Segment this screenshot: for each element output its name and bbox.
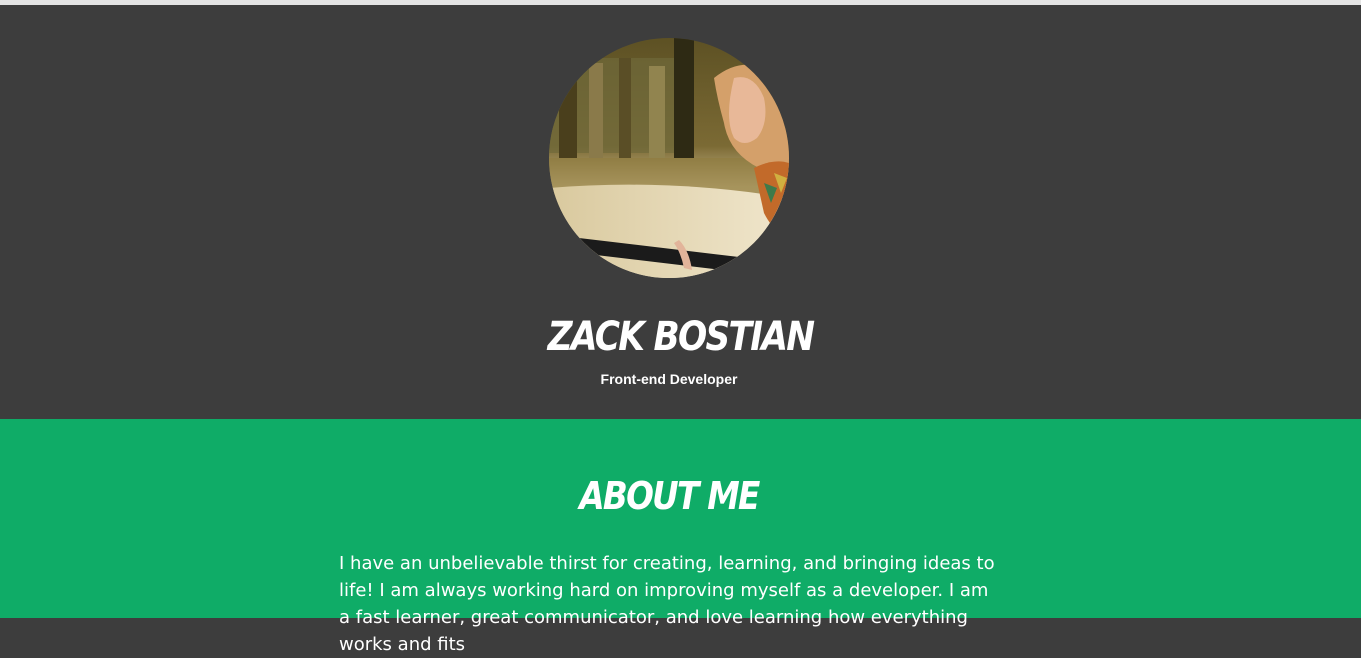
avatar-photo <box>549 38 789 278</box>
role-subtitle: Front-end Developer <box>600 371 738 387</box>
hero-section: Zack Bostian Front-end Developer <box>0 5 1361 419</box>
about-section: About Me I have an unbelievable thirst f… <box>0 419 1361 655</box>
page-title: Zack Bostian <box>547 314 815 360</box>
about-heading: About Me <box>579 474 760 518</box>
about-paragraph: I have an unbelievable thirst for creati… <box>339 553 995 655</box>
avatar <box>549 38 789 278</box>
